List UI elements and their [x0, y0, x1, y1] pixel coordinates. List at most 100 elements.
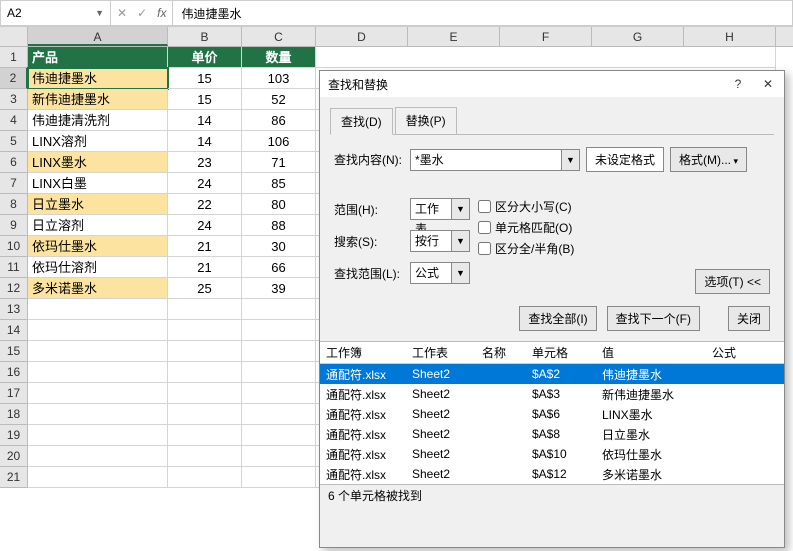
cell[interactable]: 新伟迪捷墨水 — [28, 89, 168, 110]
cell[interactable] — [28, 425, 168, 446]
row-header[interactable]: 13 — [0, 299, 28, 320]
cell[interactable] — [242, 425, 316, 446]
cell[interactable] — [168, 446, 242, 467]
result-row[interactable]: 通配符.xlsxSheet2$A$6LINX墨水 — [320, 404, 784, 424]
cell[interactable]: 25 — [168, 278, 242, 299]
cell[interactable]: 106 — [242, 131, 316, 152]
cell[interactable] — [242, 320, 316, 341]
close-button[interactable]: 关闭 — [728, 306, 770, 331]
col-worksheet[interactable]: 工作表 — [406, 344, 476, 361]
cell[interactable]: 23 — [168, 152, 242, 173]
scope-select[interactable]: 工作表 ▼ — [410, 198, 470, 220]
cell[interactable] — [316, 47, 776, 68]
dialog-close-icon[interactable]: ✕ — [760, 77, 776, 91]
cell[interactable]: 88 — [242, 215, 316, 236]
cell[interactable]: 24 — [168, 173, 242, 194]
row-header[interactable]: 18 — [0, 404, 28, 425]
cell[interactable] — [168, 341, 242, 362]
col-name[interactable]: 名称 — [476, 344, 526, 361]
find-input-dropdown-icon[interactable]: ▼ — [561, 150, 579, 170]
cell[interactable]: 66 — [242, 257, 316, 278]
confirm-icon[interactable]: ✓ — [137, 6, 147, 20]
row-header[interactable]: 8 — [0, 194, 28, 215]
cell[interactable]: 依玛仕溶剂 — [28, 257, 168, 278]
col-header-B[interactable]: B — [168, 27, 242, 46]
row-header[interactable]: 14 — [0, 320, 28, 341]
find-all-button[interactable]: 查找全部(I) — [519, 306, 596, 331]
cell[interactable]: 单价 — [168, 47, 242, 68]
row-header[interactable]: 10 — [0, 236, 28, 257]
cell[interactable] — [168, 362, 242, 383]
result-row[interactable]: 通配符.xlsxSheet2$A$8日立墨水 — [320, 424, 784, 444]
fx-icon[interactable]: fx — [157, 6, 166, 20]
chevron-down-icon[interactable]: ▼ — [451, 231, 469, 251]
cell[interactable]: LINX溶剂 — [28, 131, 168, 152]
chevron-down-icon[interactable]: ▼ — [451, 263, 469, 283]
cell[interactable]: 产品 — [28, 47, 168, 68]
cell[interactable]: 多米诺墨水 — [28, 278, 168, 299]
cell[interactable] — [28, 446, 168, 467]
col-cell[interactable]: 单元格 — [526, 344, 596, 361]
row-header[interactable]: 5 — [0, 131, 28, 152]
cell[interactable]: 52 — [242, 89, 316, 110]
row-header[interactable]: 17 — [0, 383, 28, 404]
cell[interactable] — [242, 404, 316, 425]
cell[interactable]: LINX白墨 — [28, 173, 168, 194]
cell[interactable]: 14 — [168, 110, 242, 131]
cell[interactable]: 39 — [242, 278, 316, 299]
cell[interactable]: 80 — [242, 194, 316, 215]
row-header[interactable]: 7 — [0, 173, 28, 194]
row-header[interactable]: 2 — [0, 68, 28, 89]
col-header-A[interactable]: A — [28, 27, 168, 46]
cell[interactable]: 日立溶剂 — [28, 215, 168, 236]
find-next-button[interactable]: 查找下一个(F) — [607, 306, 700, 331]
cell[interactable] — [168, 425, 242, 446]
cell[interactable]: 22 — [168, 194, 242, 215]
cell[interactable] — [28, 383, 168, 404]
cell[interactable]: 数量 — [242, 47, 316, 68]
result-row[interactable]: 通配符.xlsxSheet2$A$12多米诺墨水 — [320, 464, 784, 484]
formula-input[interactable]: 伟迪捷墨水 — [173, 1, 792, 25]
row-header[interactable]: 12 — [0, 278, 28, 299]
col-value[interactable]: 值 — [596, 344, 706, 361]
cell[interactable] — [28, 299, 168, 320]
cell[interactable]: 伟迪捷墨水 — [28, 68, 168, 89]
name-box-dropdown-icon[interactable]: ▼ — [95, 8, 104, 18]
row-header[interactable]: 6 — [0, 152, 28, 173]
format-button[interactable]: 格式(M)... — [670, 147, 747, 172]
cell[interactable]: 14 — [168, 131, 242, 152]
cell[interactable] — [242, 383, 316, 404]
cell[interactable]: 103 — [242, 68, 316, 89]
find-input[interactable]: *墨水 ▼ — [410, 149, 580, 171]
col-header-E[interactable]: E — [408, 27, 500, 46]
row-header[interactable]: 1 — [0, 47, 28, 68]
cell[interactable] — [168, 299, 242, 320]
cell[interactable] — [168, 383, 242, 404]
col-formula[interactable]: 公式 — [706, 344, 766, 361]
cell[interactable]: 86 — [242, 110, 316, 131]
cell[interactable]: LINX墨水 — [28, 152, 168, 173]
row-header[interactable]: 4 — [0, 110, 28, 131]
no-format-button[interactable]: 未设定格式 — [586, 147, 664, 172]
chevron-down-icon[interactable]: ▼ — [451, 199, 469, 219]
row-header[interactable]: 19 — [0, 425, 28, 446]
cell[interactable] — [242, 446, 316, 467]
cell[interactable] — [28, 404, 168, 425]
row-header[interactable]: 15 — [0, 341, 28, 362]
result-row[interactable]: 通配符.xlsxSheet2$A$3新伟迪捷墨水 — [320, 384, 784, 404]
col-header-C[interactable]: C — [242, 27, 316, 46]
cell[interactable]: 24 — [168, 215, 242, 236]
cell[interactable]: 21 — [168, 257, 242, 278]
cell[interactable] — [28, 320, 168, 341]
tab-find[interactable]: 查找(D) — [330, 108, 393, 135]
cell[interactable] — [242, 299, 316, 320]
row-header[interactable]: 16 — [0, 362, 28, 383]
cancel-icon[interactable]: ✕ — [117, 6, 127, 20]
col-workbook[interactable]: 工作簿 — [320, 344, 406, 361]
row-header[interactable]: 21 — [0, 467, 28, 488]
search-select[interactable]: 按行 ▼ — [410, 230, 470, 252]
cell[interactable]: 15 — [168, 68, 242, 89]
cell[interactable]: 日立墨水 — [28, 194, 168, 215]
cell[interactable]: 85 — [242, 173, 316, 194]
cell[interactable]: 71 — [242, 152, 316, 173]
